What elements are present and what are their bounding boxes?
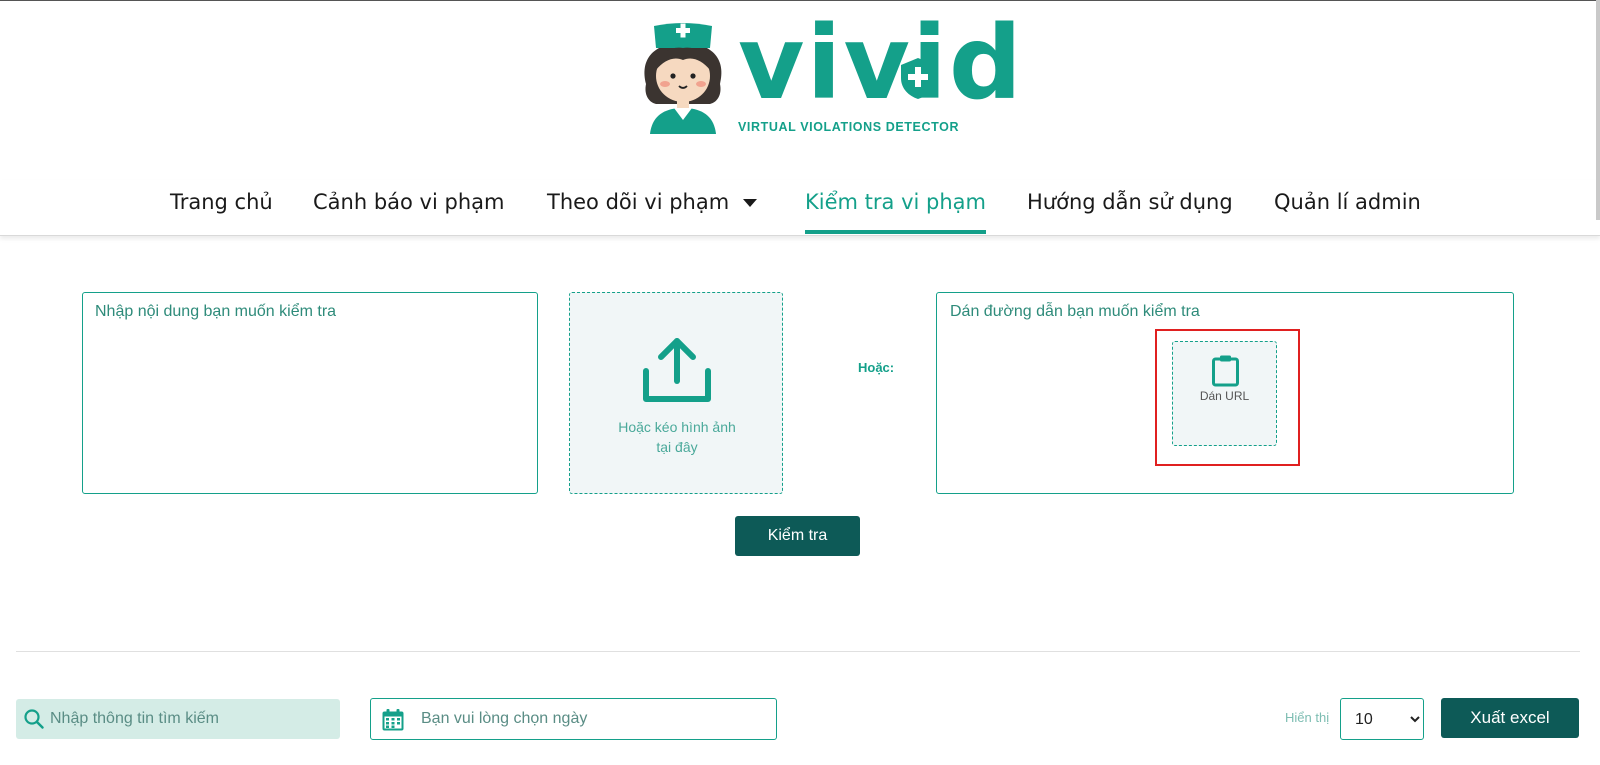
image-upload-dropzone[interactable]: Hoặc kéo hình ảnh tại đây [569, 292, 783, 494]
upload-hint: Hoặc kéo hình ảnh tại đây [570, 417, 784, 457]
nav-item-violation-check[interactable]: Kiểm tra vi phạm [805, 190, 986, 234]
shield-plus-icon [901, 58, 935, 99]
main-nav: Trang chủ Cảnh báo vi phạm Theo dõi vi p… [0, 180, 1600, 236]
page: vivid VIRTUAL VIOLATIONS DETECTOR Trang … [0, 0, 1600, 765]
nurse-mascot-icon [644, 23, 722, 134]
upload-icon [643, 338, 711, 402]
nav-item-user-guide[interactable]: Hướng dẫn sử dụng [1027, 190, 1233, 214]
brand-name: vivid [738, 4, 1024, 123]
nav-item-violation-tracking-label: Theo dõi vi phạm [547, 190, 730, 214]
upload-hint-line1: Hoặc kéo hình ảnh [618, 419, 736, 435]
date-input[interactable] [421, 699, 771, 739]
nav-item-home[interactable]: Trang chủ [170, 190, 273, 214]
upload-hint-line2: tại đây [656, 439, 698, 455]
check-button[interactable]: Kiểm tra [735, 516, 860, 556]
search-box[interactable] [16, 699, 340, 739]
date-picker[interactable] [370, 698, 777, 740]
divider [16, 651, 1580, 652]
logo[interactable]: vivid VIRTUAL VIOLATIONS DETECTOR [636, 4, 1022, 138]
top-border [0, 0, 1600, 1]
scrollbar[interactable] [1596, 0, 1600, 220]
nav-item-admin[interactable]: Quản lí admin [1274, 190, 1421, 214]
chevron-down-icon [743, 199, 758, 207]
search-icon [24, 709, 44, 729]
brand-tagline: VIRTUAL VIOLATIONS DETECTOR [738, 120, 960, 134]
page-size-select[interactable]: 10 [1340, 698, 1424, 740]
nav-item-violation-alerts[interactable]: Cảnh báo vi phạm [313, 190, 504, 214]
content-input[interactable] [82, 292, 538, 494]
calendar-icon [382, 709, 404, 731]
page-size-label: Hiển thị [1285, 710, 1330, 725]
or-label: Hoặc: [858, 360, 895, 375]
clipboard-icon [1212, 355, 1239, 387]
url-placeholder: Dán đường dẫn bạn muốn kiểm tra [950, 303, 1200, 320]
paste-url-button[interactable]: Dán URL [1172, 341, 1277, 446]
search-input[interactable] [50, 699, 336, 739]
export-excel-button[interactable]: Xuất excel [1441, 698, 1579, 738]
nav-item-violation-tracking[interactable]: Theo dõi vi phạm [547, 190, 758, 214]
paste-url-label: Dán URL [1199, 389, 1250, 403]
